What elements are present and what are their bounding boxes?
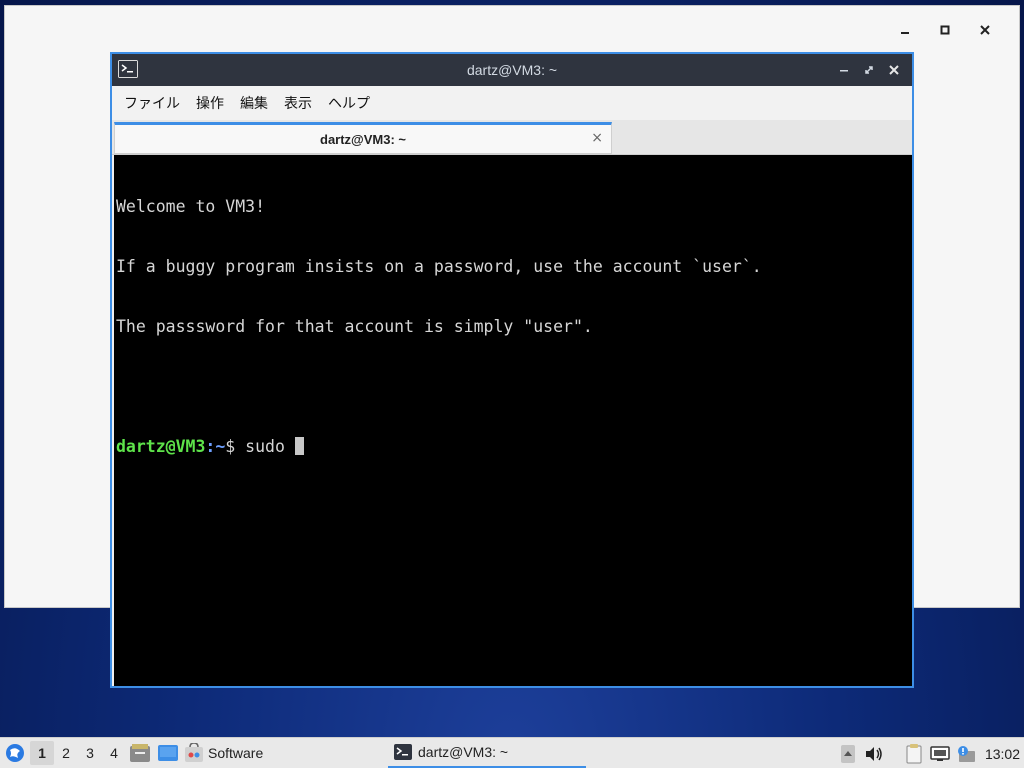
menu-file[interactable]: ファイル [116,93,188,113]
maximize-button[interactable] [925,20,965,40]
tab-bar: dartz@VM3: ~ × [112,120,912,155]
terminal-app-icon [118,60,138,78]
prompt-user-host: dartz@VM3 [116,437,206,456]
menubar: ファイル 操作 編集 表示 ヘルプ [112,86,912,120]
lxqt-logo-icon [6,744,24,762]
volume-icon[interactable] [861,738,887,768]
show-desktop-launcher[interactable] [154,739,182,767]
prompt-line: dartz@VM3:~$ sudo [116,437,912,457]
software-label: Software [208,745,264,761]
menu-actions[interactable]: 操作 [188,93,232,113]
window-minimize-button[interactable] [831,59,856,81]
software-launcher[interactable]: Software [184,743,263,763]
text-cursor [294,437,304,455]
task-title: dartz@VM3: ~ [418,744,509,760]
network-icon[interactable] [927,738,953,768]
file-manager-icon [130,744,150,762]
start-menu-button[interactable] [0,738,30,768]
window-title: dartz@VM3: ~ [466,62,558,78]
menu-view[interactable]: 表示 [276,93,320,113]
tab-terminal[interactable]: dartz@VM3: ~ × [114,122,612,154]
menu-help[interactable]: ヘルプ [320,93,378,113]
clipboard-icon[interactable] [901,738,927,768]
terminal-output[interactable]: Welcome to VM3! If a buggy program insis… [114,155,912,686]
close-button[interactable] [965,20,1005,40]
taskbar: 1 2 3 4 Software dartz@VM3: ~ 13:02 [0,737,1024,768]
desktop-icon [158,745,178,761]
prompt-path: ~ [215,437,226,456]
window-close-button[interactable] [881,59,906,81]
clock[interactable]: 13:02 [979,746,1024,762]
workspace-2[interactable]: 2 [54,741,78,765]
file-manager-launcher[interactable] [126,739,154,767]
terminal-line: The passsword for that account is simply… [116,317,593,336]
tab-label: dartz@VM3: ~ [320,131,406,147]
terminal-line: If a buggy program insists on a password… [116,257,762,276]
workspace-3[interactable]: 3 [78,741,102,765]
system-tray: 13:02 [835,738,1024,768]
minimize-button[interactable] [885,20,925,40]
menu-edit[interactable]: 編集 [232,93,276,113]
taskbar-terminal-task[interactable]: dartz@VM3: ~ [388,738,586,768]
software-store-icon [185,743,203,762]
window-restore-button[interactable] [856,59,881,81]
notification-icon[interactable] [953,738,979,768]
background-window-controls [885,20,1005,40]
prompt-symbol: $ [225,437,246,456]
terminal-line: Welcome to VM3! [116,197,266,216]
terminal-icon [394,744,412,760]
workspace-1[interactable]: 1 [30,741,54,765]
terminal-window: dartz@VM3: ~ ファイル 操作 編集 表示 ヘルプ dartz@VM3… [110,52,914,688]
prompt-separator: : [205,437,216,456]
tray-expand-icon[interactable] [835,738,861,768]
workspace-4[interactable]: 4 [102,741,126,765]
window-titlebar[interactable]: dartz@VM3: ~ [112,54,912,86]
command-input[interactable]: sudo [245,437,295,456]
tab-close-icon[interactable]: × [591,130,603,146]
